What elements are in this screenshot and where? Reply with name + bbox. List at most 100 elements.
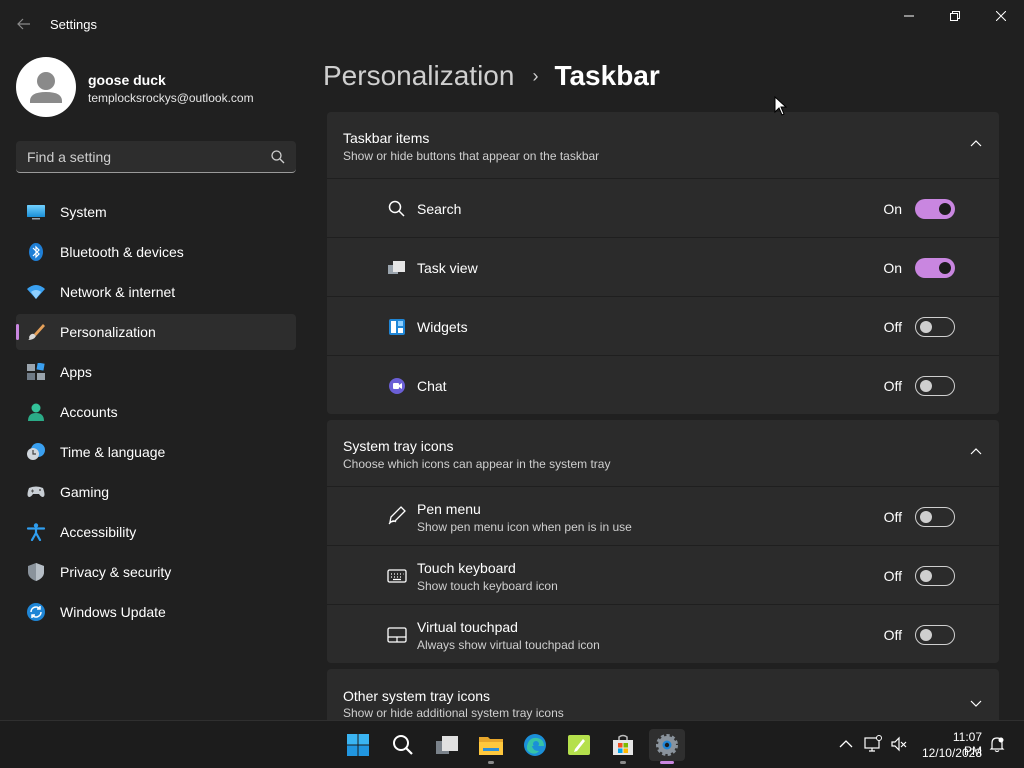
sidebar-item-label: Gaming [60,484,110,500]
toggle-knob [939,203,951,215]
wifi-icon [27,285,45,299]
toggle-state: Off [883,627,902,643]
sidebar-item-network[interactable]: Network & internet [16,274,296,310]
chevron-up-icon[interactable] [969,445,983,459]
section-subtitle: Choose which icons can appear in the sys… [343,457,611,471]
touch-keyboard-toggle[interactable] [915,566,955,586]
breadcrumb-separator: › [532,65,539,86]
bluetooth-icon [29,243,43,261]
setting-label: Touch keyboard [417,560,516,576]
maximize-button[interactable] [932,0,978,32]
chat-toggle[interactable] [915,376,955,396]
toggle-knob [920,570,932,582]
sidebar-item-label: Accounts [60,404,118,420]
search-input[interactable] [16,141,266,172]
sidebar-item-windows-update[interactable]: Windows Update [16,594,296,630]
toggle-state: Off [883,509,902,525]
clock-date[interactable]: 12/10/2023 [917,746,982,760]
task-view-icon [436,736,458,754]
setting-description: Always show virtual touchpad icon [417,638,600,652]
taskbar-settings-button[interactable] [649,729,685,764]
user-name: goose duck [88,72,166,88]
sidebar-item-privacy[interactable]: Privacy & security [16,554,296,590]
widgets-toggle[interactable] [915,317,955,337]
sidebar-item-label: Privacy & security [60,564,172,580]
start-button[interactable] [342,729,374,761]
virtual-touchpad-toggle[interactable] [915,625,955,645]
chevron-up-icon[interactable] [969,137,983,151]
sidebar-item-personalization[interactable]: Personalization [16,314,296,350]
setting-row-task-view: Task view On [327,237,999,296]
search-toggle[interactable] [915,199,955,219]
apps-icon [27,363,45,380]
accounts-icon [28,403,44,421]
chevron-down-icon[interactable] [969,696,983,710]
maximize-icon [950,11,960,21]
breadcrumb-parent[interactable]: Personalization [323,60,514,92]
sidebar-item-gaming[interactable]: Gaming [16,474,296,510]
sidebar-item-label: Time & language [60,444,166,460]
taskbar-file-explorer-button[interactable] [475,729,507,764]
sidebar-item-time-language[interactable]: Time & language [16,434,296,470]
notification-bell-icon[interactable] [988,735,1006,753]
system-icon [27,205,45,220]
taskbar-task-view-button[interactable] [431,729,463,761]
task-view-toggle[interactable] [915,258,955,278]
back-button[interactable] [10,12,38,36]
taskbar-notepad-button[interactable] [563,729,595,761]
setting-label: Pen menu [417,501,481,517]
taskbar-items-header[interactable]: Taskbar items Show or hide buttons that … [327,112,999,178]
sidebar-item-label: Apps [60,364,92,380]
other-tray-section[interactable]: Other system tray icons Show or hide add… [327,669,999,720]
shield-icon [28,563,44,581]
sidebar-item-apps[interactable]: Apps [16,354,296,390]
sidebar-item-system[interactable]: System [16,194,296,230]
search-icon [388,200,405,217]
gamepad-icon [27,486,45,497]
sidebar-item-accessibility[interactable]: Accessibility [16,514,296,550]
pen-icon [388,506,406,525]
user-email: templocksrockys@outlook.com [88,91,254,105]
system-tray-header[interactable]: System tray icons Choose which icons can… [327,420,999,486]
toggle-knob [920,511,932,523]
network-icon[interactable] [864,735,882,753]
volume-muted-icon[interactable] [890,735,908,753]
search-icon[interactable] [270,149,286,165]
avatar[interactable] [16,57,76,117]
sidebar-item-accounts[interactable]: Accounts [16,394,296,430]
mouse-cursor-icon [774,96,788,116]
close-icon [996,11,1006,21]
touchpad-icon [387,627,407,643]
pen-menu-toggle[interactable] [915,507,955,527]
setting-label: Search [417,201,462,217]
running-indicator [620,761,626,764]
widgets-icon [389,319,405,335]
page-title: Taskbar [554,60,660,91]
toggle-state: Off [883,319,902,335]
setting-label: Task view [417,260,478,276]
update-icon [27,603,45,621]
accessibility-icon [26,523,46,541]
taskbar-store-button[interactable] [607,729,639,764]
toggle-state: Off [883,378,902,394]
taskbar-edge-button[interactable] [519,729,551,761]
window-title: Settings [50,17,97,32]
setting-row-chat: Chat Off [327,355,999,414]
setting-description: Show touch keyboard icon [417,579,558,593]
toggle-knob [920,380,932,392]
setting-label: Virtual touchpad [417,619,518,635]
search-icon [393,735,413,755]
toggle-state: Off [883,568,902,584]
search-box [16,141,296,173]
taskbar-search-button[interactable] [387,729,419,761]
setting-row-pen-menu: Pen menu Show pen menu icon when pen is … [327,486,999,545]
taskbar [0,720,1024,768]
close-button[interactable] [978,0,1024,32]
notepad-icon [568,735,590,755]
minimize-button[interactable] [886,0,932,32]
brush-icon [28,324,45,340]
setting-row-search: Search On [327,178,999,237]
chevron-up-icon[interactable] [837,735,855,753]
sidebar-item-bluetooth[interactable]: Bluetooth & devices [16,234,296,270]
file-explorer-icon [479,737,503,755]
